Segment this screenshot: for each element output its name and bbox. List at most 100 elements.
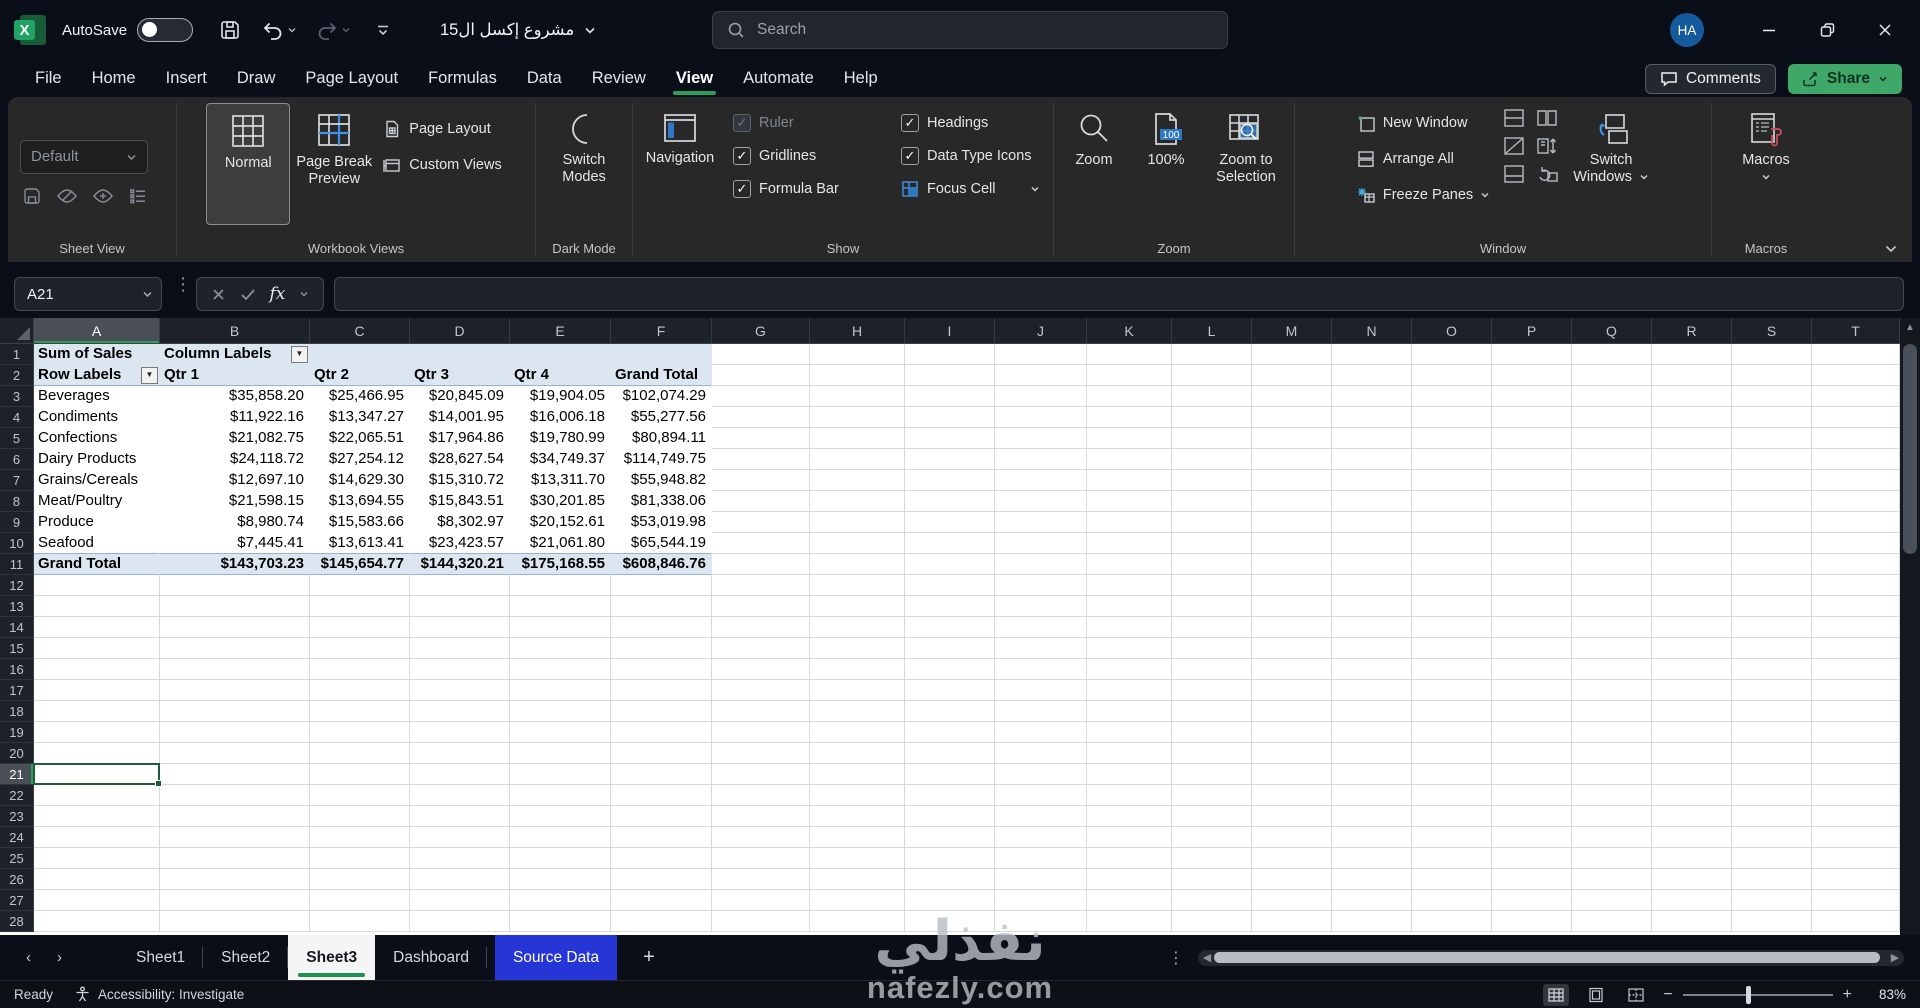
cell-S13[interactable] bbox=[1732, 596, 1812, 617]
cell-G17[interactable] bbox=[712, 680, 810, 701]
cell-E8[interactable]: $30,201.85 bbox=[510, 491, 611, 512]
cell-D21[interactable] bbox=[410, 764, 510, 785]
cell-F9[interactable]: $53,019.98 bbox=[611, 512, 712, 533]
cell-C10[interactable]: $13,613.41 bbox=[310, 533, 410, 554]
accessibility-status[interactable]: Accessibility: Investigate bbox=[74, 986, 244, 1003]
cell-L6[interactable] bbox=[1172, 449, 1252, 470]
cell-G4[interactable] bbox=[712, 407, 810, 428]
cell-Q10[interactable] bbox=[1572, 533, 1652, 554]
select-all-corner[interactable] bbox=[0, 318, 34, 344]
undo-button[interactable] bbox=[255, 11, 303, 49]
cell-L18[interactable] bbox=[1172, 701, 1252, 722]
cell-H25[interactable] bbox=[810, 848, 905, 869]
cell-B4[interactable]: $11,922.16 bbox=[160, 407, 310, 428]
row-header-1[interactable]: 1 bbox=[0, 344, 34, 365]
navigation-button[interactable]: Navigation bbox=[637, 103, 723, 225]
cell-J14[interactable] bbox=[995, 617, 1087, 638]
cell-Q14[interactable] bbox=[1572, 617, 1652, 638]
cell-K3[interactable] bbox=[1087, 386, 1172, 407]
page-layout-view-button[interactable]: Page Layout bbox=[378, 111, 505, 147]
sheet-tab-sheet3[interactable]: Sheet3 bbox=[288, 935, 376, 980]
cell-R25[interactable] bbox=[1652, 848, 1732, 869]
cell-J25[interactable] bbox=[995, 848, 1087, 869]
cell-O10[interactable] bbox=[1412, 533, 1492, 554]
cell-N23[interactable] bbox=[1332, 806, 1412, 827]
cell-E21[interactable] bbox=[510, 764, 611, 785]
add-sheet-button[interactable]: + bbox=[643, 946, 655, 969]
collapse-ribbon-button[interactable] bbox=[1884, 244, 1898, 254]
cell-F10[interactable]: $65,544.19 bbox=[611, 533, 712, 554]
cell-H14[interactable] bbox=[810, 617, 905, 638]
cell-K19[interactable] bbox=[1087, 722, 1172, 743]
cell-Q11[interactable] bbox=[1572, 554, 1652, 575]
sheet-tab-sheet1[interactable]: Sheet1 bbox=[118, 935, 204, 980]
cell-P13[interactable] bbox=[1492, 596, 1572, 617]
cell-F5[interactable]: $80,894.11 bbox=[611, 428, 712, 449]
cell-F23[interactable] bbox=[611, 806, 712, 827]
cell-F12[interactable] bbox=[611, 575, 712, 596]
cell-R1[interactable] bbox=[1652, 344, 1732, 365]
cell-H10[interactable] bbox=[810, 533, 905, 554]
cell-R6[interactable] bbox=[1652, 449, 1732, 470]
cell-B14[interactable] bbox=[160, 617, 310, 638]
cell-E18[interactable] bbox=[510, 701, 611, 722]
cell-N16[interactable] bbox=[1332, 659, 1412, 680]
cell-J11[interactable] bbox=[995, 554, 1087, 575]
cell-Q12[interactable] bbox=[1572, 575, 1652, 596]
cell-M27[interactable] bbox=[1252, 890, 1332, 911]
cell-N4[interactable] bbox=[1332, 407, 1412, 428]
cell-I9[interactable] bbox=[905, 512, 995, 533]
cell-I8[interactable] bbox=[905, 491, 995, 512]
cell-R9[interactable] bbox=[1652, 512, 1732, 533]
cell-H17[interactable] bbox=[810, 680, 905, 701]
cell-F16[interactable] bbox=[611, 659, 712, 680]
cell-Q26[interactable] bbox=[1572, 869, 1652, 890]
cell-C13[interactable] bbox=[310, 596, 410, 617]
cell-M10[interactable] bbox=[1252, 533, 1332, 554]
cell-J8[interactable] bbox=[995, 491, 1087, 512]
cell-P25[interactable] bbox=[1492, 848, 1572, 869]
cell-F2[interactable]: Grand Total bbox=[611, 365, 712, 386]
cell-O19[interactable] bbox=[1412, 722, 1492, 743]
row-header-12[interactable]: 12 bbox=[0, 575, 34, 596]
search-input[interactable]: Search bbox=[712, 11, 1228, 49]
cell-K2[interactable] bbox=[1087, 365, 1172, 386]
cell-L10[interactable] bbox=[1172, 533, 1252, 554]
cell-I6[interactable] bbox=[905, 449, 995, 470]
cell-L23[interactable] bbox=[1172, 806, 1252, 827]
sheet-tab-source-data[interactable]: Source Data bbox=[494, 935, 618, 980]
cell-E2[interactable]: Qtr 4 bbox=[510, 365, 611, 386]
cell-K17[interactable] bbox=[1087, 680, 1172, 701]
cell-C1[interactable] bbox=[310, 344, 410, 365]
column-header-G[interactable]: G bbox=[712, 318, 810, 344]
row-header-24[interactable]: 24 bbox=[0, 827, 34, 848]
checkbox-ruler[interactable]: ✓ Ruler bbox=[733, 106, 891, 139]
cell-T13[interactable] bbox=[1812, 596, 1900, 617]
cell-H7[interactable] bbox=[810, 470, 905, 491]
cell-P23[interactable] bbox=[1492, 806, 1572, 827]
cell-J10[interactable] bbox=[995, 533, 1087, 554]
checkbox-headings[interactable]: ✓ Headings bbox=[901, 106, 1049, 139]
cell-L7[interactable] bbox=[1172, 470, 1252, 491]
cell-I27[interactable] bbox=[905, 890, 995, 911]
page-break-preview-button[interactable]: Page Break Preview bbox=[292, 103, 376, 225]
cell-G3[interactable] bbox=[712, 386, 810, 407]
cell-M21[interactable] bbox=[1252, 764, 1332, 785]
cell-O25[interactable] bbox=[1412, 848, 1492, 869]
cell-Q23[interactable] bbox=[1572, 806, 1652, 827]
cell-F13[interactable] bbox=[611, 596, 712, 617]
cell-L1[interactable] bbox=[1172, 344, 1252, 365]
cell-H13[interactable] bbox=[810, 596, 905, 617]
cell-M22[interactable] bbox=[1252, 785, 1332, 806]
cell-T3[interactable] bbox=[1812, 386, 1900, 407]
cell-I20[interactable] bbox=[905, 743, 995, 764]
cell-G5[interactable] bbox=[712, 428, 810, 449]
cell-S9[interactable] bbox=[1732, 512, 1812, 533]
cell-M13[interactable] bbox=[1252, 596, 1332, 617]
insert-function-icon[interactable]: fx bbox=[269, 284, 285, 304]
cell-G27[interactable] bbox=[712, 890, 810, 911]
cell-E3[interactable]: $19,904.05 bbox=[510, 386, 611, 407]
row-header-28[interactable]: 28 bbox=[0, 911, 34, 932]
cell-K15[interactable] bbox=[1087, 638, 1172, 659]
cell-H21[interactable] bbox=[810, 764, 905, 785]
